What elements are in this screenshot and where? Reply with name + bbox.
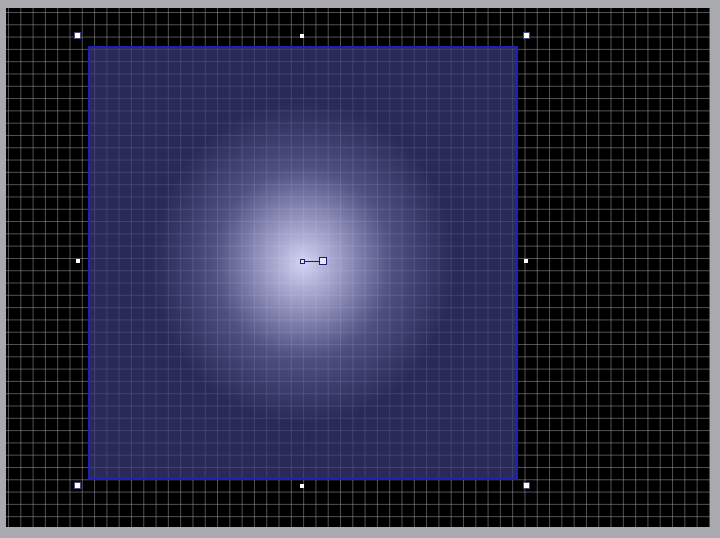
selection-handle-top-center[interactable] [300,34,304,38]
selection-handle-bottom-center[interactable] [300,484,304,488]
selection-handle-middle-left[interactable] [76,259,80,263]
gradient-center-handle[interactable] [300,259,305,264]
selection-handle-top-right[interactable] [523,32,530,39]
gradient-radius-handle[interactable] [319,257,327,265]
selection-handle-bottom-left[interactable] [74,482,81,489]
selection-handle-top-left[interactable] [74,32,81,39]
selection-handle-bottom-right[interactable] [523,482,530,489]
drawing-canvas[interactable] [6,8,710,527]
selection-handle-middle-right[interactable] [524,259,528,263]
